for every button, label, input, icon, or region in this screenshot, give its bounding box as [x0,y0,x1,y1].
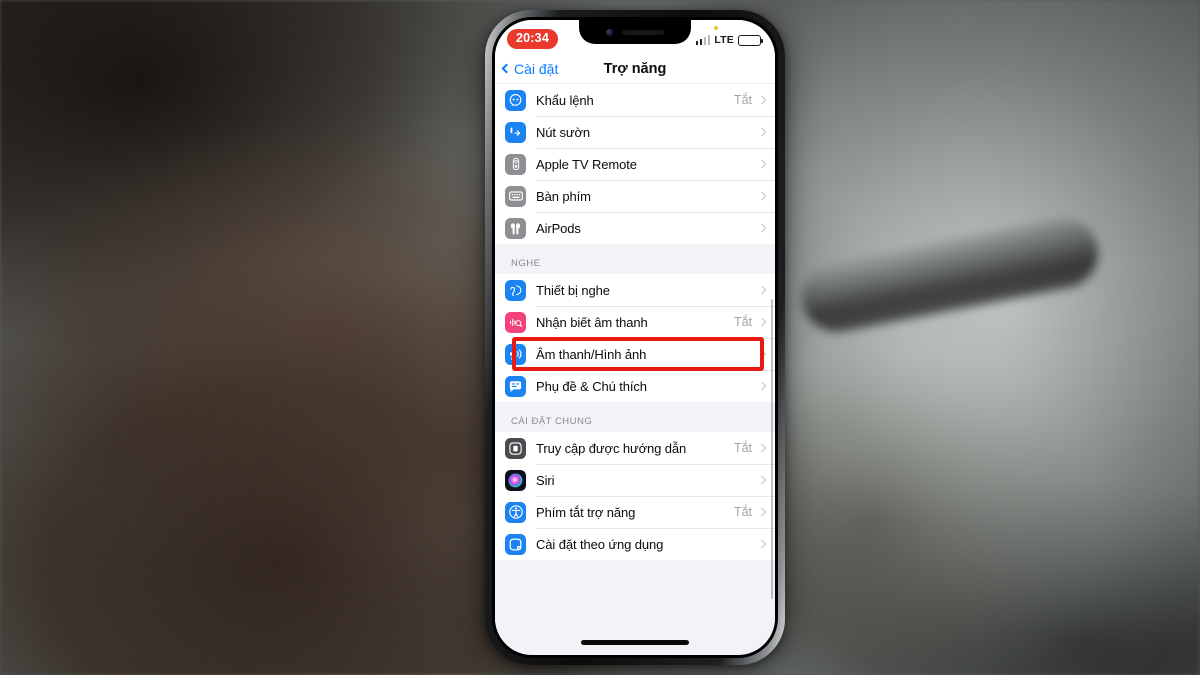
chevron-right-icon [757,475,767,485]
settings-row-label: Khẩu lệnh [536,92,594,108]
chevron-right-icon [757,381,767,391]
section-header: CÀI ĐẶT CHUNG [495,402,775,432]
settings-row-label: Âm thanh/Hình ảnh [536,346,647,362]
settings-row[interactable]: Cài đặt theo ứng dụng [495,528,775,560]
settings-row[interactable]: Apple TV Remote [495,148,775,180]
chevron-right-icon [757,223,767,233]
keyboard-icon [505,185,526,207]
settings-row-value: Tắt [733,441,752,455]
settings-group: Truy cập được hướng dẫn Tắt Siri Phím tắt t… [495,432,775,560]
settings-row-value: Tắt [733,93,752,107]
settings-group: Thiết bị nghe Nhận biết âm thanh Tắt Âm tha… [495,274,775,402]
screenshot-stage: 20:34 LTE Cài đặt Trợ năng Khẩu lệnh Tắt… [0,0,1200,675]
device-bezel: 20:34 LTE Cài đặt Trợ năng Khẩu lệnh Tắt… [492,17,778,658]
settings-row[interactable]: Thiết bị nghe [495,274,775,306]
chevron-right-icon [757,95,767,105]
per-app-settings-icon [505,533,526,555]
settings-scroll-view[interactable]: Khẩu lệnh Tắt Nút sườn Apple TV Remote Bàn p… [495,84,775,655]
chevron-right-icon [757,443,767,453]
voice-control-icon [505,89,526,111]
apple-tv-remote-icon [505,153,526,175]
notch [579,20,691,44]
siri-icon [505,469,526,491]
settings-row[interactable]: Siri [495,464,775,496]
settings-row-label: Phím tắt trợ năng [536,504,636,520]
airpods-icon [505,217,526,239]
settings-row-value: Tắt [733,315,752,329]
settings-row[interactable]: Phím tắt trợ năng Tắt [495,496,775,528]
side-button-icon [505,121,526,143]
settings-row-label: Truy cập được hướng dẫn [536,440,687,456]
settings-row-label: Thiết bị nghe [536,282,610,298]
cellular-bars-icon [695,35,711,45]
sound-recognition-icon [505,311,526,333]
settings-row-label: AirPods [536,220,581,236]
settings-row[interactable]: AirPods [495,212,775,244]
settings-row-label: Siri [536,472,555,488]
accessibility-icon [505,501,526,523]
iphone-device: 20:34 LTE Cài đặt Trợ năng Khẩu lệnh Tắt… [485,10,785,665]
section-header: NGHE [495,244,775,274]
chevron-right-icon [757,127,767,137]
settings-row[interactable]: Âm thanh/Hình ảnh [495,338,775,370]
settings-row[interactable]: Khẩu lệnh Tắt [495,84,775,116]
settings-row[interactable]: Nút sườn [495,116,775,148]
subtitles-captions-icon [505,375,526,397]
settings-row-label: Apple TV Remote [536,156,637,172]
front-camera-icon [606,28,613,36]
status-time-badge: 20:34 [507,29,558,49]
hearing-devices-icon [505,279,526,301]
status-right-group: LTE [695,34,764,46]
chevron-right-icon [757,317,767,327]
navigation-bar: Cài đặt Trợ năng [495,54,775,84]
chevron-right-icon [757,159,767,169]
settings-row-label: Nút sườn [536,124,590,140]
chevron-left-icon [501,63,512,74]
guided-access-icon [505,437,526,459]
settings-row[interactable]: Truy cập được hướng dẫn Tắt [495,432,775,464]
settings-row-label: Cài đặt theo ứng dụng [536,536,664,552]
orange-indicator-dot [714,26,718,30]
settings-row[interactable]: Phụ đề & Chú thích [495,370,775,402]
chevron-right-icon [757,191,767,201]
chevron-right-icon [757,285,767,295]
vertical-scrollbar[interactable] [771,299,773,599]
battery-icon [738,34,764,46]
settings-row-label: Nhận biết âm thanh [536,314,648,330]
audio-visual-icon [505,343,526,365]
chevron-right-icon [757,507,767,517]
home-indicator[interactable] [581,640,689,645]
settings-row[interactable]: Bàn phím [495,180,775,212]
settings-row-value: Tắt [733,505,752,519]
chevron-right-icon [757,539,767,549]
back-button-label: Cài đặt [514,60,559,77]
chevron-right-icon [757,349,767,359]
settings-row-label: Phụ đề & Chú thích [536,378,647,394]
settings-group: Khẩu lệnh Tắt Nút sườn Apple TV Remote Bàn p… [495,84,775,244]
settings-row-label: Bàn phím [536,188,591,204]
settings-row[interactable]: Nhận biết âm thanh Tắt [495,306,775,338]
network-type-label: LTE [714,34,734,46]
back-button[interactable]: Cài đặt [501,60,559,77]
device-screen: 20:34 LTE Cài đặt Trợ năng Khẩu lệnh Tắt… [495,20,775,655]
earpiece-speaker-icon [622,29,664,35]
